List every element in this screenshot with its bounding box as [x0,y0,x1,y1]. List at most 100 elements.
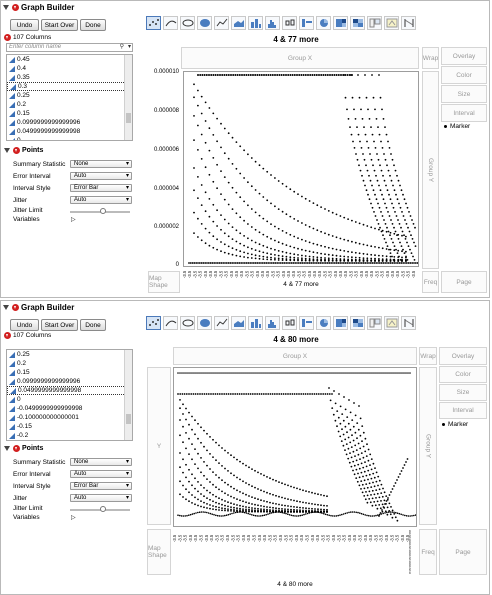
interval-zone[interactable]: Interval [439,402,487,419]
map-shape-zone[interactable]: Map Shape [147,529,171,575]
red-triangle-menu-icon[interactable] [13,445,20,452]
red-triangle-menu-icon[interactable] [4,332,11,339]
caption-box-icon[interactable] [299,16,314,30]
red-triangle-menu-icon[interactable] [4,34,11,41]
wrap-zone[interactable]: Wrap [419,347,437,365]
wrap-zone[interactable]: Wrap [422,47,439,69]
list-item[interactable]: 0.35 [7,73,132,82]
smoother-graph-icon[interactable] [163,316,178,330]
plot-area[interactable] [183,71,419,267]
plot-area[interactable] [173,367,417,527]
map-shapes-icon[interactable] [384,316,399,330]
variables-expand-icon[interactable]: ▷ [71,216,76,223]
freq-zone[interactable]: Freq [422,271,439,293]
disclosure-triangle-icon[interactable] [3,4,10,11]
error-interval-select[interactable]: Auto [70,470,132,478]
list-item[interactable]: 0.2 [7,100,132,109]
contour-graph-icon[interactable] [197,16,212,30]
red-triangle-menu-icon[interactable] [13,147,20,154]
undo-button[interactable]: Undo [10,319,39,331]
color-zone[interactable]: Color [441,66,487,84]
points-graph-icon[interactable] [146,16,161,30]
pie-chart-icon[interactable] [316,16,331,30]
jitter-select[interactable]: Auto [70,196,132,204]
box-plot-icon[interactable] [282,316,297,330]
error-interval-select[interactable]: Auto [70,172,132,180]
disclosure-triangle-icon[interactable] [4,147,11,154]
start-over-button[interactable]: Start Over [41,319,78,331]
list-item[interactable]: 0.15 [7,109,132,118]
histogram-graph-icon[interactable] [265,316,280,330]
bar-graph-icon[interactable] [248,316,263,330]
map-shapes-icon[interactable] [384,16,399,30]
red-triangle-menu-icon[interactable] [12,4,19,11]
list-item[interactable]: -0.15 [7,422,132,431]
start-over-button[interactable]: Start Over [41,19,78,31]
interval-zone[interactable]: Interval [441,104,487,122]
undo-button[interactable]: Undo [10,19,39,31]
group-y-zone[interactable]: Group Y [422,71,439,269]
done-button[interactable]: Done [80,319,106,331]
interval-style-select[interactable]: Error Bar [70,184,132,192]
list-item[interactable]: 0.0999999999999996 [7,377,132,386]
disclosure-triangle-icon[interactable] [4,445,11,452]
histogram-graph-icon[interactable] [265,16,280,30]
overlay-zone[interactable]: Overlay [439,347,487,365]
mosaic-plot-icon[interactable] [367,316,382,330]
list-item-selected[interactable]: 0.0499999999999998 [7,386,132,395]
column-list-scrollbar[interactable] [124,55,132,140]
line-graph-icon[interactable] [214,16,229,30]
search-icon[interactable]: ⚲ [120,44,124,51]
ellipse-graph-icon[interactable] [180,16,195,30]
line-graph-icon[interactable] [214,316,229,330]
area-graph-icon[interactable] [231,316,246,330]
list-item[interactable]: 0 [7,395,132,404]
size-zone[interactable]: Size [441,85,487,103]
mosaic-plot-icon[interactable] [367,16,382,30]
jitter-select[interactable]: Auto [70,494,132,502]
freq-zone[interactable]: Freq [419,529,437,575]
group-x-zone[interactable]: Group X [173,347,417,365]
summary-statistic-select[interactable]: None [70,160,132,168]
caption-box-icon[interactable] [299,316,314,330]
list-item[interactable]: 0.25 [7,91,132,100]
parallel-plot-icon[interactable] [401,316,416,330]
jitter-limit-slider[interactable] [70,506,130,512]
list-item-selected[interactable]: 0.3 [7,82,132,91]
page-zone[interactable]: Page [441,271,487,293]
column-list-scrollbar[interactable] [124,350,132,440]
summary-statistic-select[interactable]: None [70,458,132,466]
bar-graph-icon[interactable] [248,16,263,30]
heatmap-icon[interactable] [350,16,365,30]
list-item[interactable]: 0 [7,136,132,140]
list-item[interactable]: 0.45 [7,55,132,64]
points-graph-icon[interactable] [146,316,161,330]
parallel-plot-icon[interactable] [401,16,416,30]
interval-style-select[interactable]: Error Bar [70,482,132,490]
page-zone[interactable]: Page [439,529,487,575]
contour-graph-icon[interactable] [197,316,212,330]
red-triangle-menu-icon[interactable] [12,304,19,311]
box-plot-icon[interactable] [282,16,297,30]
jitter-limit-slider[interactable] [70,208,130,214]
y-zone[interactable]: Y [147,367,171,525]
list-item[interactable]: 0.0999999999999996 [7,118,132,127]
list-item[interactable]: -0.100000000000001 [7,413,132,422]
ellipse-graph-icon[interactable] [180,316,195,330]
list-item[interactable]: 0.15 [7,368,132,377]
area-graph-icon[interactable] [231,16,246,30]
group-y-zone[interactable]: Group Y [419,367,437,525]
list-item[interactable]: 0.2 [7,359,132,368]
heatmap-icon[interactable] [350,316,365,330]
smoother-graph-icon[interactable] [163,16,178,30]
search-input[interactable]: Enter column name ⚲ ▾ [6,43,133,52]
list-item[interactable]: 0.25 [7,350,132,359]
variables-expand-icon[interactable]: ▷ [71,514,76,521]
treemap-icon[interactable] [333,316,348,330]
map-shape-zone[interactable]: Map Shape [148,271,180,293]
size-zone[interactable]: Size [439,384,487,401]
disclosure-triangle-icon[interactable] [3,304,10,311]
list-item[interactable]: -0.0499999999999998 [7,404,132,413]
color-zone[interactable]: Color [439,366,487,383]
list-item[interactable]: -0.2 [7,431,132,440]
